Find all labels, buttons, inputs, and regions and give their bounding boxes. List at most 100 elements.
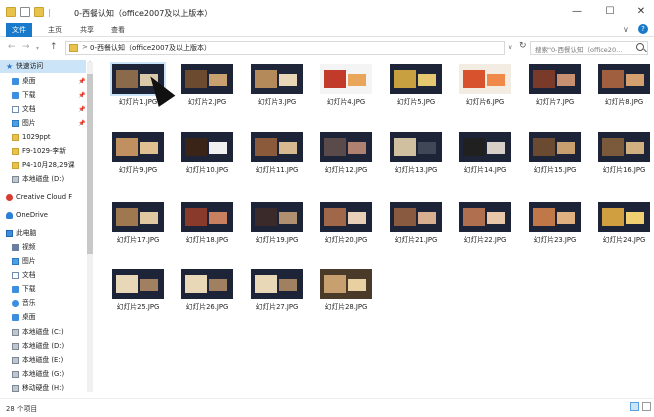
- file-thumbnail[interactable]: [390, 202, 442, 232]
- file-thumbnail[interactable]: [181, 202, 233, 232]
- sidebar-item[interactable]: P4-10月28,29课: [0, 159, 86, 172]
- file-thumbnail[interactable]: [112, 269, 164, 299]
- sidebar-item[interactable]: 下载 📌: [0, 89, 86, 102]
- minimize-button[interactable]: —: [569, 5, 585, 19]
- sidebar-item[interactable]: 视频: [0, 241, 86, 254]
- sidebar-item[interactable]: 本地磁盘 (D:): [0, 173, 86, 186]
- large-icons-view-icon[interactable]: [642, 402, 651, 411]
- file-thumbnail[interactable]: [320, 132, 372, 162]
- file-item[interactable]: 幻灯片7.JPG: [522, 60, 582, 124]
- maximize-button[interactable]: ☐: [602, 5, 618, 19]
- file-thumbnail[interactable]: [112, 202, 164, 232]
- tab-view[interactable]: 查看: [107, 23, 129, 37]
- file-thumbnail[interactable]: [181, 269, 233, 299]
- file-item[interactable]: 幻灯片26.JPG: [174, 265, 234, 329]
- file-thumbnail[interactable]: [529, 64, 581, 94]
- chevron-right-icon[interactable]: >: [82, 43, 88, 51]
- sidebar-item[interactable]: 音乐: [0, 297, 86, 310]
- file-thumbnail[interactable]: [598, 132, 650, 162]
- forward-arrow-icon[interactable]: →: [22, 42, 30, 52]
- file-thumbnail[interactable]: [112, 132, 164, 162]
- sidebar-item[interactable]: 桌面 📌: [0, 75, 86, 88]
- breadcrumb[interactable]: 0-西餐认知（office2007及以上版本）: [90, 43, 211, 53]
- tab-share[interactable]: 共享: [76, 23, 98, 37]
- file-item[interactable]: 幻灯片24.JPG: [591, 198, 651, 262]
- sidebar-item[interactable]: 文档: [0, 269, 86, 282]
- file-thumbnail[interactable]: [320, 202, 372, 232]
- file-item[interactable]: 幻灯片3.JPG: [244, 60, 304, 124]
- file-item[interactable]: 幻灯片5.JPG: [383, 60, 443, 124]
- file-item[interactable]: 幻灯片18.JPG: [174, 198, 234, 262]
- file-item[interactable]: 幻灯片13.JPG: [383, 128, 443, 192]
- file-thumbnail[interactable]: [598, 202, 650, 232]
- file-item[interactable]: 幻灯片6.JPG: [452, 60, 512, 124]
- new-folder-icon[interactable]: [34, 7, 44, 17]
- sidebar-item[interactable]: 本地磁盘 (G:): [0, 368, 86, 381]
- file-item[interactable]: 幻灯片2.JPG: [174, 60, 234, 124]
- chevron-down-icon[interactable]: ∨: [508, 44, 512, 51]
- file-item[interactable]: 幻灯片12.JPG: [313, 128, 373, 192]
- back-arrow-icon[interactable]: ←: [8, 42, 16, 52]
- file-thumbnail[interactable]: [529, 132, 581, 162]
- sidebar-item[interactable]: 本地磁盘 (D:): [0, 340, 86, 353]
- file-thumbnail[interactable]: [529, 202, 581, 232]
- pin-icon[interactable]: 📌: [78, 89, 85, 102]
- refresh-icon[interactable]: ↻: [519, 41, 527, 51]
- sidebar-item[interactable]: Creative Cloud F: [0, 191, 86, 204]
- file-item[interactable]: 幻灯片23.JPG: [522, 198, 582, 262]
- file-item[interactable]: 幻灯片19.JPG: [244, 198, 304, 262]
- sidebar-item[interactable]: 下载: [0, 283, 86, 296]
- file-thumbnail[interactable]: [390, 64, 442, 94]
- file-thumbnail[interactable]: [320, 269, 372, 299]
- tab-home[interactable]: 主页: [44, 23, 66, 37]
- sidebar-item[interactable]: F9-1029-李新: [0, 145, 86, 158]
- sidebar-item[interactable]: OneDrive: [0, 209, 86, 222]
- file-thumbnail[interactable]: [251, 202, 303, 232]
- file-item[interactable]: 幻灯片17.JPG: [105, 198, 165, 262]
- sidebar-item[interactable]: 此电脑: [0, 227, 86, 240]
- address-bar[interactable]: > 0-西餐认知（office2007及以上版本）: [65, 41, 505, 55]
- sidebar-item[interactable]: 移动硬盘 (H:): [0, 382, 86, 395]
- sidebar-item[interactable]: ★ 快速访问: [0, 60, 86, 73]
- file-thumbnail[interactable]: [598, 64, 650, 94]
- file-thumbnail[interactable]: [459, 202, 511, 232]
- pin-icon[interactable]: 📌: [78, 117, 85, 130]
- search-input[interactable]: 搜索"0-西餐认知（office20...: [530, 41, 648, 55]
- up-arrow-icon[interactable]: ↑: [50, 42, 58, 52]
- pin-icon[interactable]: 📌: [78, 75, 85, 88]
- pin-icon[interactable]: 📌: [78, 103, 85, 116]
- tab-file[interactable]: 文件: [6, 23, 32, 37]
- file-item[interactable]: 幻灯片27.JPG: [244, 265, 304, 329]
- expand-ribbon-icon[interactable]: ∨: [623, 25, 629, 34]
- file-item[interactable]: 幻灯片22.JPG: [452, 198, 512, 262]
- sidebar-item[interactable]: 本地磁盘 (E:): [0, 354, 86, 367]
- sidebar-scrollbar[interactable]: [87, 62, 93, 392]
- file-item[interactable]: 幻灯片8.JPG: [591, 60, 651, 124]
- sidebar-item[interactable]: 本地磁盘 (C:): [0, 326, 86, 339]
- file-item[interactable]: 幻灯片28.JPG: [313, 265, 373, 329]
- file-item[interactable]: 幻灯片25.JPG: [105, 265, 165, 329]
- recent-locations-icon[interactable]: ▾: [36, 45, 39, 52]
- details-view-icon[interactable]: [630, 402, 639, 411]
- sidebar-item[interactable]: 图片 📌: [0, 117, 86, 130]
- file-item[interactable]: 幻灯片11.JPG: [244, 128, 304, 192]
- file-item[interactable]: 幻灯片20.JPG: [313, 198, 373, 262]
- file-item[interactable]: 幻灯片15.JPG: [522, 128, 582, 192]
- file-thumbnail[interactable]: [251, 64, 303, 94]
- scrollbar-thumb[interactable]: [87, 74, 93, 254]
- properties-icon[interactable]: [20, 7, 30, 17]
- file-item[interactable]: 幻灯片10.JPG: [174, 128, 234, 192]
- sidebar-item[interactable]: 1029ppt: [0, 131, 86, 144]
- file-item[interactable]: 幻灯片9.JPG: [105, 128, 165, 192]
- file-thumbnail[interactable]: [251, 269, 303, 299]
- sidebar-item[interactable]: 文档 📌: [0, 103, 86, 116]
- file-item[interactable]: 幻灯片14.JPG: [452, 128, 512, 192]
- sidebar-item[interactable]: 图片: [0, 255, 86, 268]
- file-item[interactable]: 幻灯片16.JPG: [591, 128, 651, 192]
- close-button[interactable]: ✕: [633, 5, 649, 19]
- file-thumbnail[interactable]: [459, 132, 511, 162]
- file-thumbnail[interactable]: [251, 132, 303, 162]
- sidebar-item[interactable]: 桌面: [0, 311, 86, 324]
- file-thumbnail[interactable]: [390, 132, 442, 162]
- file-item[interactable]: 幻灯片21.JPG: [383, 198, 443, 262]
